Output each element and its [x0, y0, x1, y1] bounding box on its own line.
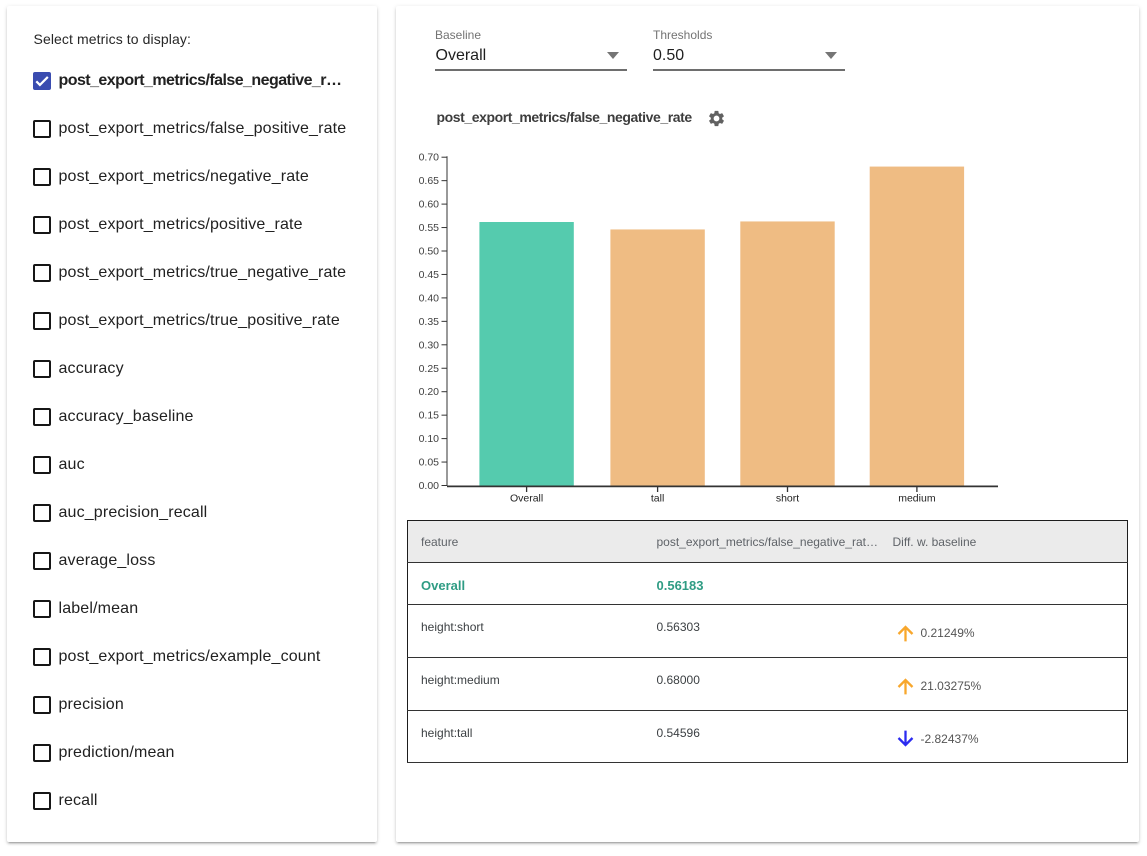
- svg-text:0.15: 0.15: [419, 410, 440, 422]
- svg-text:0.40: 0.40: [419, 292, 440, 304]
- svg-text:0.70: 0.70: [419, 152, 440, 164]
- svg-text:0.30: 0.30: [419, 339, 440, 351]
- svg-text:tall: tall: [651, 493, 664, 505]
- svg-text:0.10: 0.10: [419, 433, 440, 445]
- svg-text:0.45: 0.45: [419, 269, 440, 281]
- svg-text:Overall: Overall: [510, 493, 543, 505]
- svg-text:0.65: 0.65: [419, 175, 440, 187]
- svg-text:0.55: 0.55: [419, 222, 440, 234]
- svg-text:0.25: 0.25: [419, 363, 440, 375]
- svg-text:0.50: 0.50: [419, 246, 440, 258]
- svg-text:medium: medium: [898, 493, 936, 505]
- svg-text:0.60: 0.60: [419, 199, 440, 211]
- svg-text:0.05: 0.05: [419, 457, 440, 469]
- svg-text:0.20: 0.20: [419, 386, 440, 398]
- svg-text:short: short: [776, 493, 799, 505]
- svg-text:0.00: 0.00: [419, 480, 440, 492]
- svg-text:0.35: 0.35: [419, 316, 440, 328]
